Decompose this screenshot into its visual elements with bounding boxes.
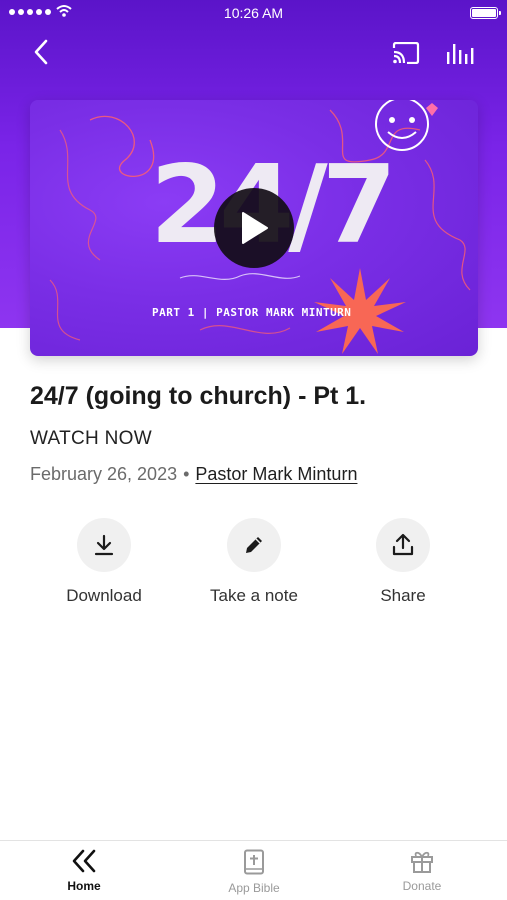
- bible-icon: [244, 849, 264, 875]
- chevron-left-icon: [34, 39, 48, 65]
- download-icon: [94, 534, 114, 556]
- share-label: Share: [380, 586, 426, 605]
- status-time: 10:26 AM: [223, 5, 284, 21]
- tab-home[interactable]: Home: [24, 849, 144, 893]
- audio-button[interactable]: [444, 38, 478, 68]
- meta-separator: •: [183, 464, 190, 484]
- tab-app-bible[interactable]: App Bible: [194, 849, 314, 895]
- tab-donate-label: Donate: [402, 879, 442, 893]
- download-label: Download: [66, 586, 142, 605]
- sermon-meta: February 26, 2023 • Pastor Mark Minturn: [30, 464, 357, 485]
- play-icon: [242, 212, 268, 244]
- share-icon: [392, 533, 414, 556]
- share-button[interactable]: Share: [333, 518, 473, 606]
- tab-home-label: Home: [67, 879, 101, 893]
- back-button[interactable]: [26, 36, 56, 68]
- take-a-note-button[interactable]: Take a note: [184, 518, 324, 606]
- share-circle[interactable]: [376, 518, 430, 572]
- cast-icon: [392, 42, 420, 64]
- sermon-date: February 26, 2023: [30, 464, 178, 484]
- double-chevron-left-icon: [72, 849, 96, 873]
- audio-bars-icon: [447, 44, 474, 64]
- note-circle[interactable]: [227, 518, 281, 572]
- bottom-tab-bar: Home App Bible Donate: [0, 840, 507, 900]
- download-button[interactable]: Download: [34, 518, 174, 606]
- take-a-note-label: Take a note: [210, 586, 298, 605]
- play-button[interactable]: [214, 188, 294, 268]
- status-bar: 10:26 AM: [0, 0, 507, 26]
- cast-button[interactable]: [390, 38, 422, 68]
- video-thumbnail[interactable]: 24/7 PART 1 | PASTOR MARK MINTURN: [30, 100, 478, 356]
- pencil-icon: [246, 537, 262, 553]
- tab-app-bible-label: App Bible: [228, 881, 280, 895]
- speaker-link[interactable]: Pastor Mark Minturn: [195, 464, 357, 484]
- battery-icon: [470, 7, 501, 19]
- watch-now-label: WATCH NOW: [30, 428, 152, 449]
- tab-donate[interactable]: Donate: [362, 849, 482, 893]
- gift-icon: [411, 851, 433, 873]
- download-circle[interactable]: [77, 518, 131, 572]
- thumbnail-subtitle: PART 1 | PASTOR MARK MINTURN: [152, 306, 352, 319]
- sermon-title: 24/7 (going to church) - Pt 1.: [30, 382, 367, 410]
